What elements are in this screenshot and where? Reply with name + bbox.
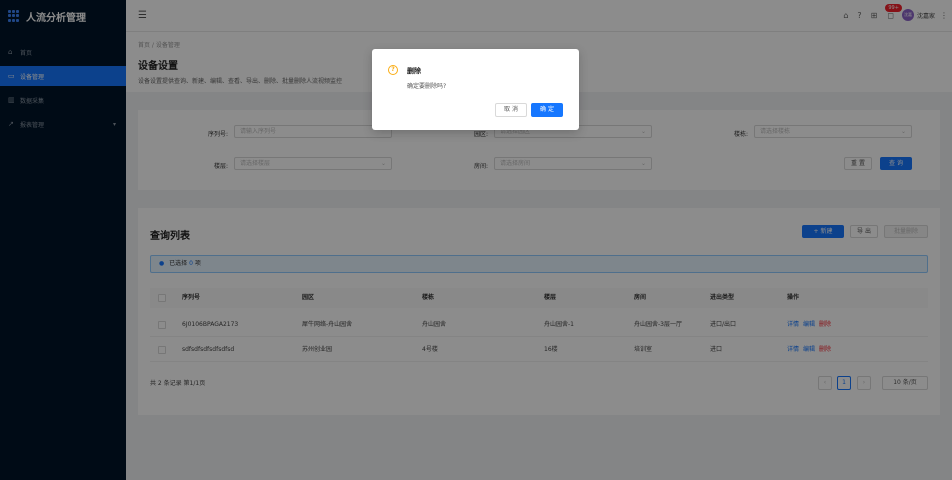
ok-button[interactable]: 确 定 — [531, 103, 563, 117]
confirm-delete-modal: ? 删除 确定要删除吗? 取 消 确 定 — [372, 49, 579, 130]
question-circle-icon: ? — [388, 65, 398, 75]
cancel-button[interactable]: 取 消 — [495, 103, 527, 117]
modal-content: 确定要删除吗? — [407, 83, 447, 90]
modal-title: 删除 — [407, 67, 421, 75]
